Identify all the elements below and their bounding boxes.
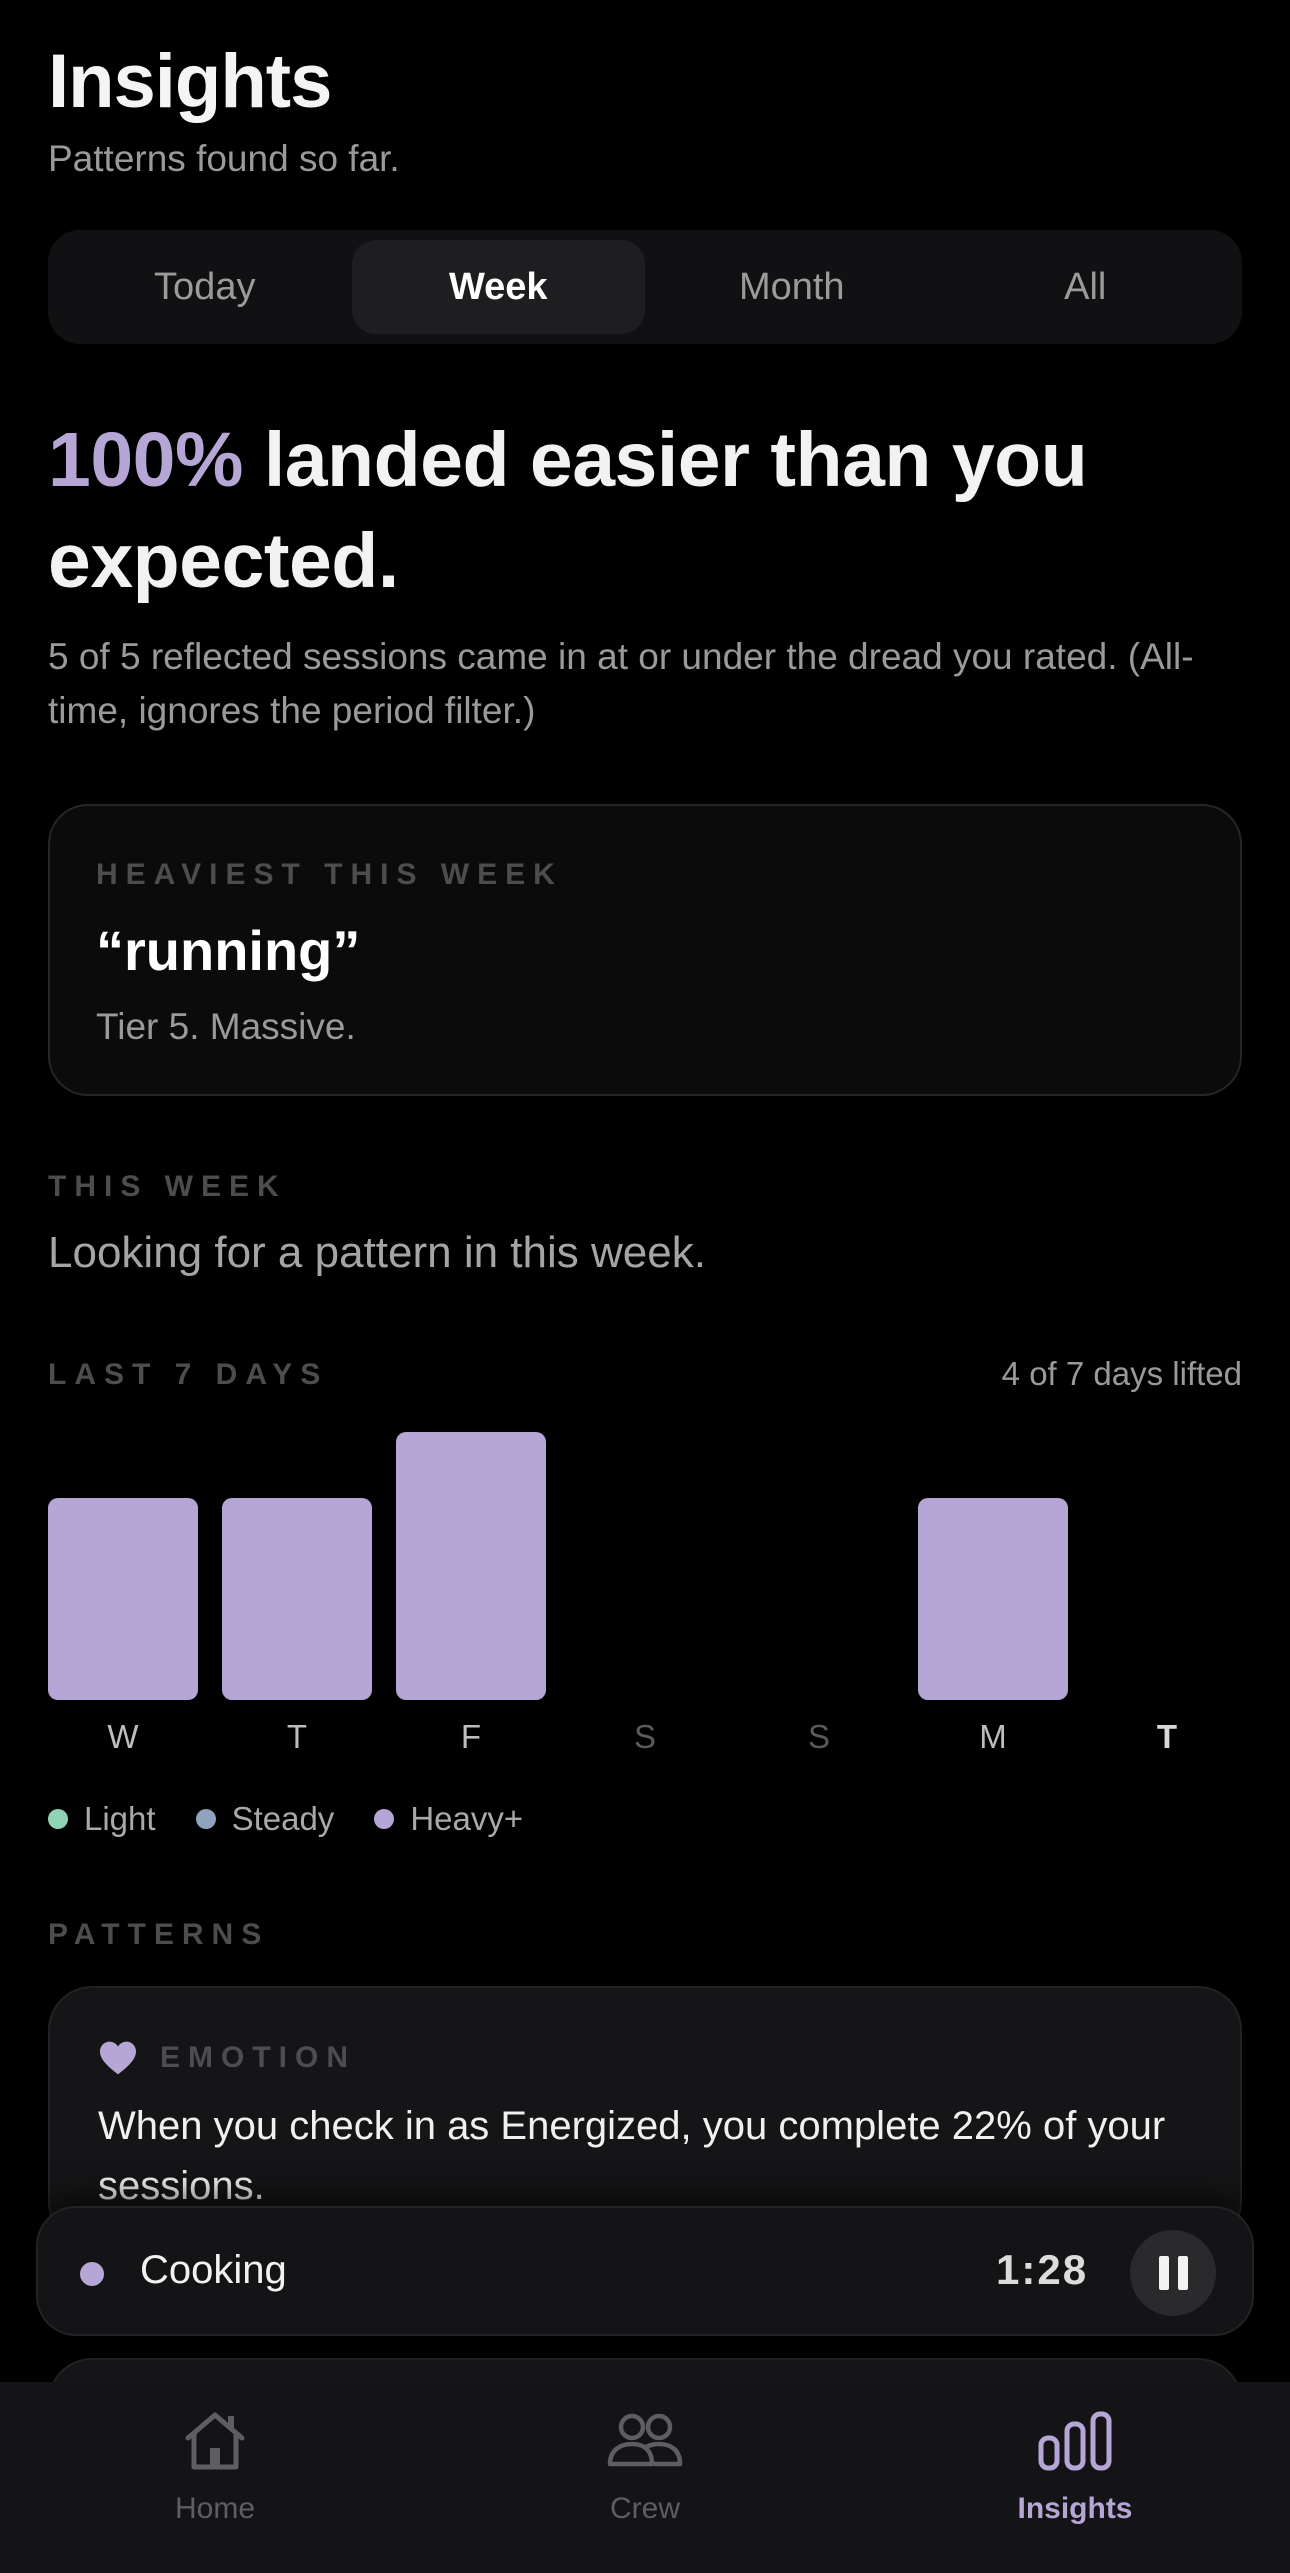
headline-subtext: 5 of 5 reflected sessions came in at or … [48,636,1194,731]
legend-heavy: Heavy+ [374,1800,523,1838]
tab-home[interactable]: Home [0,2382,430,2573]
session-status-dot [80,2262,104,2286]
legend-light-dot [48,1809,68,1829]
heart-icon [100,2041,136,2075]
legend-heavy-dot [374,1809,395,1829]
day-label: F [460,1718,482,1755]
heaviest-card[interactable]: HEAVIEST THIS WEEK “running” Tier 5. Mas… [48,804,1242,1096]
tab-crew-label: Crew [609,2492,680,2525]
pause-icon-bar [1177,2256,1188,2290]
last7-eyebrow: LAST 7 DAYS [48,1358,329,1391]
legend-light: Light [48,1800,156,1838]
pattern-card-header: EMOTION [98,2040,356,2076]
day-label: W [107,1718,139,1755]
legend-steady-dot [195,1809,216,1829]
heaviest-eyebrow: HEAVIEST THIS WEEK [96,858,563,891]
page-title: Insights [48,39,332,124]
session-timer: 1:28 [996,2246,1089,2293]
chart-bar [222,1498,372,1700]
period-segmented-control: Today Week Month All [48,230,1242,344]
pause-button[interactable] [1130,2230,1216,2316]
patterns-eyebrow: PATTERNS [48,1918,270,1951]
pattern-text: When you check in as Energized, you comp… [98,2104,1166,2208]
day-label: T [286,1718,308,1755]
headline-percent: 100% [48,417,243,503]
chart-bar [918,1498,1068,1700]
chart-legend: Light Steady Heavy+ [48,1800,523,1838]
session-label: Cooking [140,2248,287,2292]
day-label: S [807,1718,830,1755]
segment-all[interactable]: All [939,240,1233,334]
tab-bar: Home Crew Insights [0,2382,1290,2573]
chart-bar [396,1432,546,1700]
insights-icon [1038,2411,1112,2471]
segment-month[interactable]: Month [645,240,939,334]
segment-week[interactable]: Week [351,240,645,334]
day-label: T [1156,1718,1178,1755]
pause-icon [1158,2256,1169,2290]
this-week-eyebrow: THIS WEEK [48,1170,287,1203]
legend-steady: Steady [195,1800,335,1838]
tab-insights-label: Insights [1017,2492,1133,2525]
day-label: S [633,1718,656,1755]
tab-insights[interactable]: Insights [860,2382,1290,2573]
home-icon [185,2412,245,2470]
days-lifted-count: 4 of 7 days lifted [1001,1355,1242,1392]
last7-bar-chart [48,1420,1242,1760]
page-subtitle: Patterns found so far. [48,138,400,179]
day-label: M [979,1718,1007,1755]
headline: 100% landed easier than you expected. [48,410,1208,612]
pattern-category: EMOTION [160,2041,356,2074]
legend-heavy-label: Heavy+ [410,1800,524,1837]
crew-icon [607,2413,683,2467]
chart-bar [48,1498,198,1700]
insights-screen: Insights Patterns found so far. Today We… [0,0,1290,2573]
legend-steady-label: Steady [231,1800,335,1837]
tab-home-label: Home [174,2492,256,2525]
heaviest-word: “running” [96,919,361,982]
legend-light-label: Light [84,1800,156,1837]
this-week-text: Looking for a pattern in this week. [48,1228,706,1277]
active-session-bar[interactable]: Cooking 1:28 [36,2206,1254,2336]
heaviest-tier: Tier 5. Massive. [96,1006,356,1047]
segment-today[interactable]: Today [58,240,352,334]
tab-crew[interactable]: Crew [430,2382,860,2573]
